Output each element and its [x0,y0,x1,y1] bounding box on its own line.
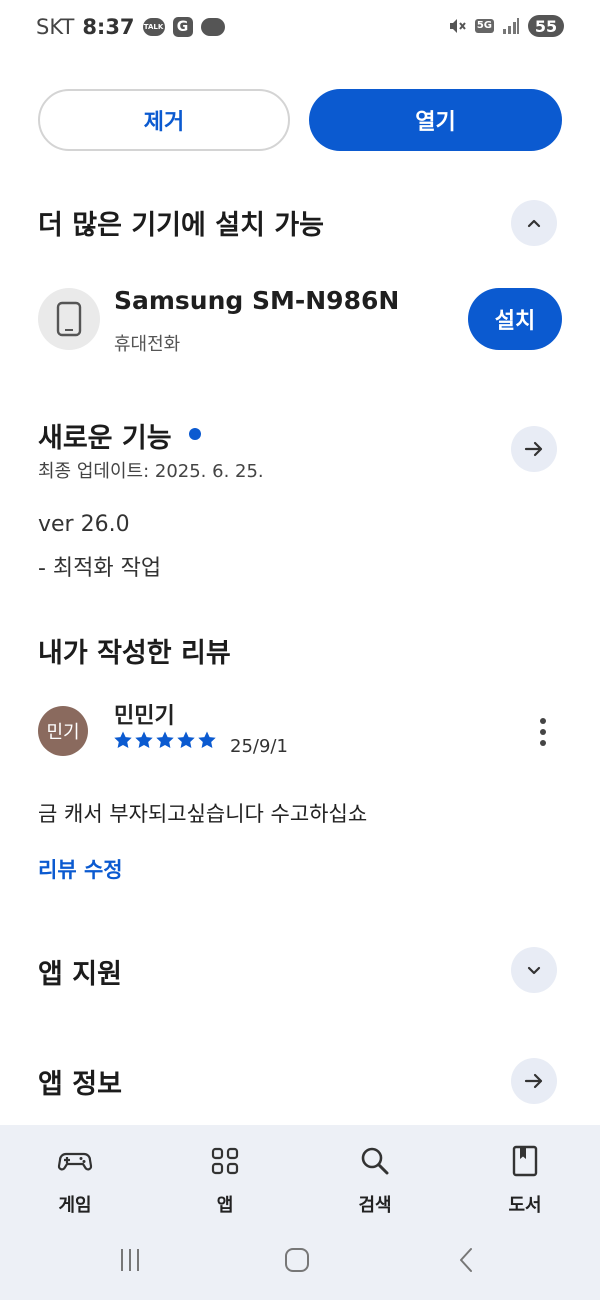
home-button[interactable] [267,1240,327,1280]
apps-grid-icon [211,1147,239,1175]
device-type: 휴대전화 [114,334,181,355]
review-more-options-icon[interactable] [530,712,556,752]
review-date: 25/9/1 [230,736,288,757]
back-icon [460,1248,472,1272]
star-icon [177,731,195,748]
edit-review-link[interactable]: 리뷰 수정 [38,854,123,884]
recent-apps-button[interactable] [100,1240,160,1280]
devices-section-title: 더 많은 기기에 설치 가능 [38,210,324,241]
app-info-title[interactable]: 앱 정보 [38,1062,122,1101]
status-bar: SKT 8:37 TALK G 5G 55 [0,0,600,56]
app-details-screen: SKT 8:37 TALK G 5G 55 제거 열기 더 많은 기기에 설치 … [0,0,600,1300]
app-info-arrow-button[interactable] [511,1058,557,1104]
arrow-right-icon [524,1073,543,1089]
star-icon [156,731,174,748]
google-notification-icon: G [172,17,193,37]
nav-label-games: 게임 [58,1195,92,1216]
nav-label-apps: 앱 [216,1195,234,1216]
app-support-title[interactable]: 앱 지원 [38,952,122,991]
search-icon [361,1147,389,1175]
chat-bubble-notification-icon [200,18,225,36]
chevron-down-icon [527,966,541,975]
install-button[interactable]: 설치 [468,288,562,350]
review-text: 금 캐서 부자되고싶습니다 수고하십쇼 [38,802,368,826]
kakaotalk-notification-icon: TALK [142,18,165,36]
version-text: ver 26.0 [38,512,130,537]
chevron-up-icon [527,219,541,228]
book-icon [512,1145,538,1177]
nav-label-search: 검색 [358,1195,392,1216]
remove-button[interactable]: 제거 [38,89,290,151]
status-left: SKT 8:37 TALK G [36,15,225,39]
mute-icon [449,19,466,33]
collapse-devices-button[interactable] [511,200,557,246]
whats-new-arrow-button[interactable] [511,426,557,472]
signal-strength-icon [503,18,519,34]
whats-new-title[interactable]: 새로운 기능 [38,416,172,455]
new-indicator-dot [189,428,201,440]
clock: 8:37 [82,15,135,39]
home-icon [285,1248,309,1272]
star-icon [198,731,216,748]
status-right: 5G 55 [447,15,564,37]
nav-item-games[interactable]: 게임 [15,1143,135,1217]
nav-label-books: 도서 [508,1195,542,1216]
system-navigation-bar [0,1240,600,1280]
my-review-title: 내가 작성한 리뷰 [38,638,231,669]
reviewer-name: 민민기 [114,704,175,729]
device-name: Samsung SM-N986N [114,286,400,315]
recent-apps-icon [121,1249,139,1271]
battery-indicator: 55 [528,15,564,37]
open-button[interactable]: 열기 [309,89,562,151]
network-5g-icon: 5G [474,19,494,33]
back-button[interactable] [436,1240,496,1280]
device-avatar [38,288,100,350]
gamepad-icon [57,1152,93,1171]
star-icon [114,731,132,748]
star-rating [113,730,217,750]
nav-item-books[interactable]: 도서 [465,1143,585,1217]
changelog-text: - 최적화 작업 [38,556,162,581]
expand-app-support-button[interactable] [511,947,557,993]
arrow-right-icon [524,441,543,457]
phone-icon [56,301,82,337]
last-updated-text: 최종 업데이트: 2025. 6. 25. [38,461,264,482]
nav-item-apps[interactable]: 앱 [165,1143,285,1217]
carrier-label: SKT [36,15,75,39]
nav-item-search[interactable]: 검색 [315,1143,435,1217]
star-icon [135,731,153,748]
avatar: 민기 [38,706,88,756]
